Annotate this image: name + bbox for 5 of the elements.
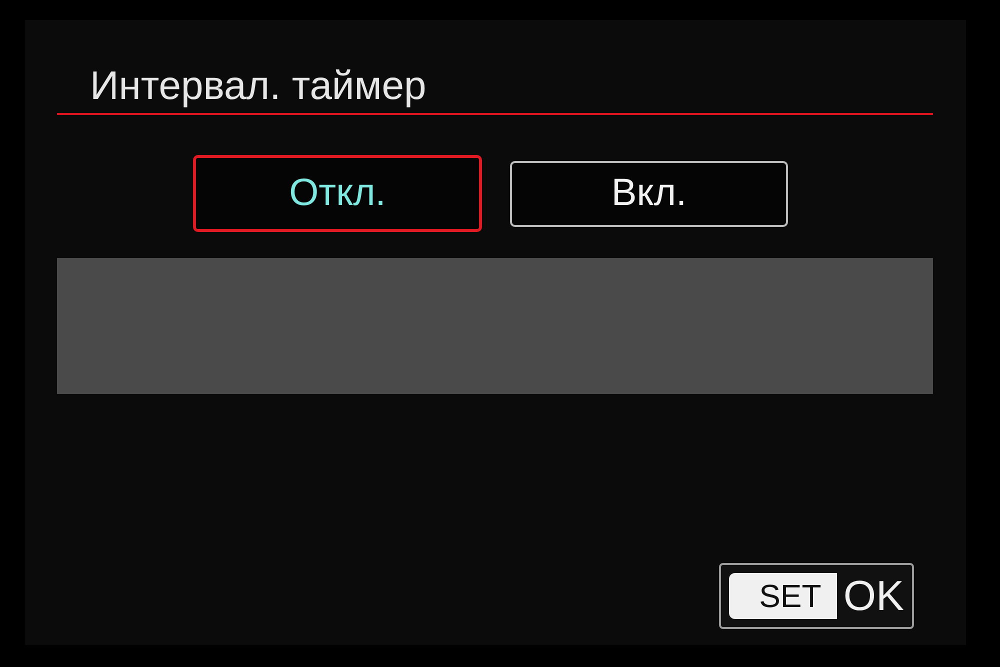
screen-title: Интервал. таймер xyxy=(57,64,933,115)
option-button[interactable]: Вкл. xyxy=(510,160,788,226)
option-button[interactable]: Откл. xyxy=(193,155,482,232)
set-key-label: SET xyxy=(729,573,838,619)
ok-button[interactable]: SET OK xyxy=(719,563,914,629)
